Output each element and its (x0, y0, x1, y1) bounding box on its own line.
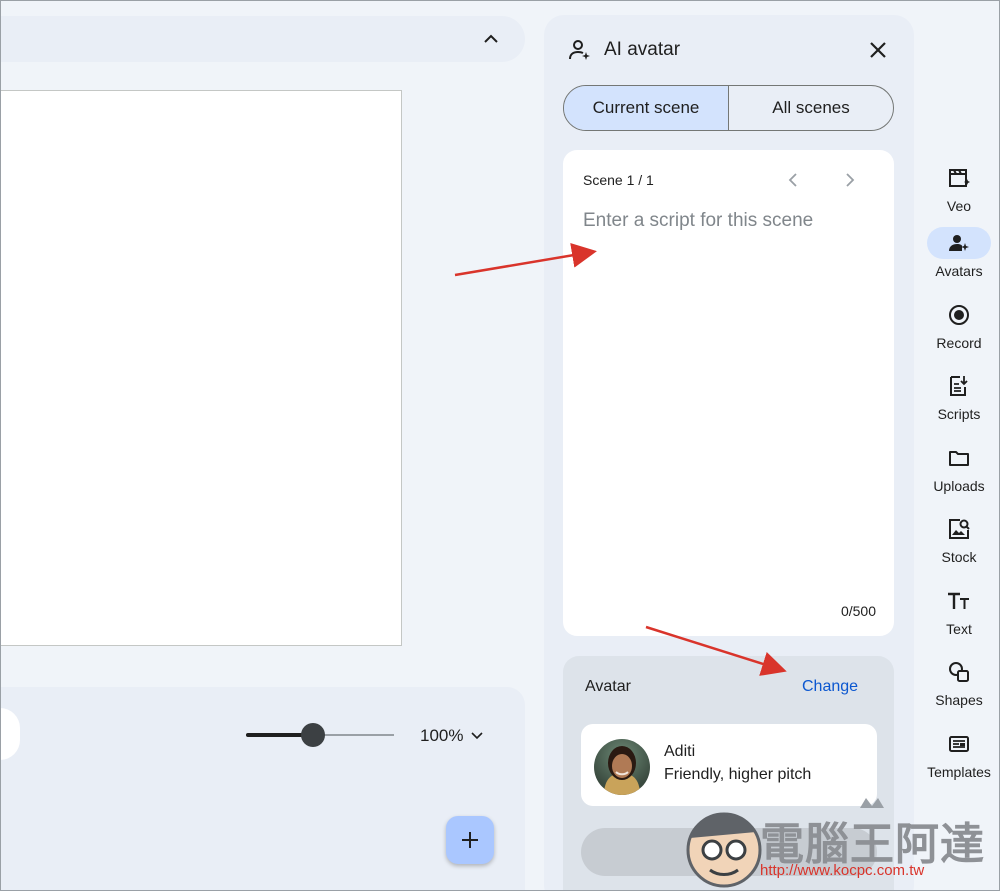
scene-indicator: Scene 1 / 1 (583, 172, 654, 188)
rail-label: Shapes (935, 692, 983, 708)
rail-item-text[interactable]: Text (922, 585, 996, 637)
close-icon (870, 42, 886, 58)
rail-item-shapes[interactable]: Shapes (922, 656, 996, 708)
text-icon (927, 585, 991, 617)
rail-item-stock[interactable]: Stock (922, 513, 996, 565)
timeline-panel (0, 687, 525, 891)
avatar-name: Aditi (664, 743, 696, 760)
templates-icon (927, 728, 991, 760)
rail-label: Stock (941, 549, 977, 565)
stock-image-icon (927, 513, 991, 545)
rail-item-veo[interactable]: Veo (922, 162, 996, 214)
person-sparkle-icon (569, 40, 590, 60)
rail-label: Veo (946, 198, 972, 214)
rail-item-templates[interactable]: Templates (922, 728, 996, 780)
rail-label: Text (946, 621, 972, 637)
record-icon (927, 299, 991, 331)
script-input[interactable] (583, 210, 873, 590)
scene-scope-toggle: Current scene All scenes (563, 85, 894, 131)
zoom-slider-handle[interactable] (300, 723, 325, 747)
chevron-up-icon[interactable] (481, 28, 501, 48)
person-sparkle-icon (927, 227, 991, 259)
panel-title: AI avatar (604, 39, 681, 60)
rail-item-record[interactable]: Record (922, 299, 996, 351)
avatar-section-label: Avatar (585, 678, 631, 695)
change-avatar-button[interactable]: Change (802, 678, 858, 696)
editor-top-bar (0, 16, 525, 62)
close-button[interactable] (866, 38, 890, 62)
rail-label: Uploads (933, 478, 985, 494)
rail-item-scripts[interactable]: Scripts (922, 370, 996, 422)
avatar-photo (594, 739, 650, 795)
zoom-select[interactable]: 100% (420, 724, 484, 748)
next-scene-button[interactable] (840, 170, 860, 190)
tab-current-scene[interactable]: Current scene (564, 86, 729, 130)
clapperboard-sparkle-icon (927, 162, 991, 194)
avatar-description: Friendly, higher pitch (664, 766, 812, 783)
previous-scene-button[interactable] (782, 170, 802, 190)
tab-all-scenes[interactable]: All scenes (729, 86, 893, 130)
rail-item-uploads[interactable]: Uploads (922, 442, 996, 494)
add-scene-button[interactable] (446, 816, 494, 864)
rail-item-avatars[interactable]: Avatars (922, 227, 996, 279)
panel-header: AI avatar (568, 36, 680, 64)
scene-canvas[interactable] (0, 90, 402, 646)
zoom-value: 100% (420, 726, 464, 745)
folder-icon (927, 442, 991, 474)
character-counter: 0/500 (840, 603, 876, 619)
plus-icon (462, 832, 478, 848)
shapes-icon (927, 656, 991, 688)
rail-label: Templates (927, 764, 991, 780)
rail-label: Record (936, 335, 982, 351)
rail-label: Scripts (937, 406, 981, 422)
rail-label: Avatars (935, 263, 983, 279)
watermark-url: http://www.kocpc.com.tw (760, 862, 925, 879)
chevron-down-icon (471, 732, 484, 740)
script-icon (927, 370, 991, 402)
chevron-left-icon (788, 173, 797, 187)
chevron-right-icon (845, 173, 854, 187)
